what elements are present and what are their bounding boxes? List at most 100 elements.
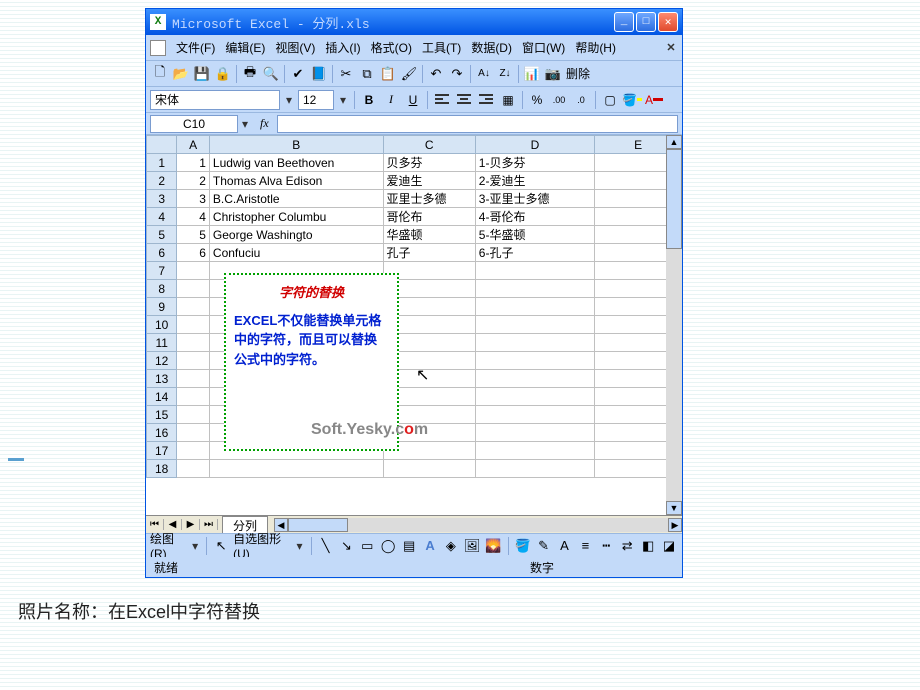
select-all-corner[interactable] bbox=[147, 136, 177, 154]
workbook-close-button[interactable]: ✕ bbox=[664, 41, 678, 55]
line-style-icon[interactable]: ≡ bbox=[576, 536, 594, 556]
cell[interactable] bbox=[177, 352, 210, 370]
row-header[interactable]: 10 bbox=[147, 316, 177, 334]
cell[interactable]: 5-华盛顿 bbox=[475, 226, 594, 244]
cell[interactable] bbox=[475, 424, 594, 442]
row-header[interactable]: 11 bbox=[147, 334, 177, 352]
research-icon[interactable]: 📘 bbox=[309, 64, 329, 84]
row-header[interactable]: 8 bbox=[147, 280, 177, 298]
format-painter-icon[interactable]: 🖌 bbox=[399, 64, 419, 84]
cell[interactable] bbox=[177, 298, 210, 316]
row-header[interactable]: 16 bbox=[147, 424, 177, 442]
open-icon[interactable]: 📂 bbox=[171, 64, 191, 84]
sort-desc-icon[interactable]: Z↓ bbox=[495, 64, 515, 84]
underline-button[interactable]: U bbox=[403, 90, 423, 110]
tab-nav-next-icon[interactable]: ▶ bbox=[182, 519, 200, 530]
redo-icon[interactable]: ↷ bbox=[447, 64, 467, 84]
menu-format[interactable]: 格式(O) bbox=[367, 37, 416, 58]
cell[interactable] bbox=[475, 388, 594, 406]
delete-button[interactable]: 删除 bbox=[564, 65, 592, 82]
diagram-icon[interactable]: ◈ bbox=[442, 536, 460, 556]
cell[interactable] bbox=[177, 262, 210, 280]
titlebar[interactable]: X Microsoft Excel - 分列.xls _ □ ✕ bbox=[146, 9, 682, 35]
arrow-style-icon[interactable]: ⇄ bbox=[618, 536, 636, 556]
arrow-icon[interactable]: ↘ bbox=[337, 536, 355, 556]
cell[interactable] bbox=[177, 316, 210, 334]
copy-icon[interactable]: ⧉ bbox=[357, 64, 377, 84]
new-icon[interactable]: 🗋 bbox=[150, 64, 170, 84]
cell[interactable]: 亚里士多德 bbox=[383, 190, 475, 208]
wordart-icon[interactable]: A bbox=[421, 536, 439, 556]
row-header[interactable]: 17 bbox=[147, 442, 177, 460]
menu-file[interactable]: 文件(F) bbox=[172, 37, 219, 58]
cell[interactable]: George Washingto bbox=[209, 226, 383, 244]
namebox-dropdown-icon[interactable]: ▾ bbox=[238, 117, 252, 131]
menu-tools[interactable]: 工具(T) bbox=[418, 37, 465, 58]
minimize-button[interactable]: _ bbox=[614, 12, 634, 32]
row-header[interactable]: 14 bbox=[147, 388, 177, 406]
row-header[interactable]: 2 bbox=[147, 172, 177, 190]
cell[interactable] bbox=[475, 370, 594, 388]
cell[interactable]: 1-贝多芬 bbox=[475, 154, 594, 172]
scroll-left-icon[interactable]: ◀ bbox=[274, 518, 288, 532]
fx-button[interactable]: fx bbox=[260, 116, 269, 131]
row-header[interactable]: 18 bbox=[147, 460, 177, 478]
picture-icon[interactable]: 🌄 bbox=[484, 536, 502, 556]
scroll-up-icon[interactable]: ▲ bbox=[666, 135, 682, 149]
rectangle-icon[interactable]: ▭ bbox=[358, 536, 376, 556]
print-icon[interactable]: 🖶 bbox=[240, 64, 260, 84]
chart-icon[interactable]: 📊 bbox=[522, 64, 542, 84]
cell[interactable]: 哥伦布 bbox=[383, 208, 475, 226]
decrease-decimal-button[interactable]: .0 bbox=[571, 90, 591, 110]
horizontal-scrollbar[interactable]: ◀ ▶ bbox=[274, 518, 682, 532]
cell[interactable]: B.C.Aristotle bbox=[209, 190, 383, 208]
vertical-scrollbar[interactable]: ▲ ▼ bbox=[666, 135, 682, 515]
fill-color-button[interactable]: 🪣 bbox=[622, 90, 642, 110]
cell[interactable] bbox=[475, 262, 594, 280]
sort-asc-icon[interactable]: A↓ bbox=[474, 64, 494, 84]
spellcheck-icon[interactable]: ✔ bbox=[288, 64, 308, 84]
font-color-button[interactable]: A bbox=[644, 90, 664, 110]
row-header[interactable]: 15 bbox=[147, 406, 177, 424]
cell[interactable]: 4-哥伦布 bbox=[475, 208, 594, 226]
cell[interactable] bbox=[475, 442, 594, 460]
cut-icon[interactable]: ✂ bbox=[336, 64, 356, 84]
size-dropdown-icon[interactable]: ▾ bbox=[336, 93, 350, 107]
tab-nav-first-icon[interactable]: ⏮ bbox=[146, 519, 164, 530]
row-header[interactable]: 6 bbox=[147, 244, 177, 262]
merge-center-button[interactable]: ▦ bbox=[498, 90, 518, 110]
sheet-tab[interactable]: 分列 bbox=[222, 516, 268, 534]
maximize-button[interactable]: □ bbox=[636, 12, 656, 32]
cell[interactable]: 贝多芬 bbox=[383, 154, 475, 172]
cell[interactable] bbox=[177, 280, 210, 298]
draw-dropdown-icon[interactable]: ▾ bbox=[189, 539, 201, 553]
borders-button[interactable]: ▢ bbox=[600, 90, 620, 110]
row-header[interactable]: 4 bbox=[147, 208, 177, 226]
col-header-C[interactable]: C bbox=[383, 136, 475, 154]
name-box[interactable]: C10 bbox=[150, 115, 238, 133]
bold-button[interactable]: B bbox=[359, 90, 379, 110]
scroll-right-icon[interactable]: ▶ bbox=[668, 518, 682, 532]
col-header-A[interactable]: A bbox=[177, 136, 210, 154]
col-header-D[interactable]: D bbox=[475, 136, 594, 154]
cell[interactable]: 爱迪生 bbox=[383, 172, 475, 190]
clipart-icon[interactable]: 🖼 bbox=[463, 536, 482, 556]
align-left-button[interactable] bbox=[432, 90, 452, 110]
shadow-icon[interactable]: ◧ bbox=[639, 536, 657, 556]
cell[interactable] bbox=[209, 460, 383, 478]
cell[interactable] bbox=[475, 352, 594, 370]
paste-icon[interactable]: 📋 bbox=[378, 64, 398, 84]
row-header[interactable]: 1 bbox=[147, 154, 177, 172]
cell[interactable] bbox=[475, 334, 594, 352]
row-header[interactable]: 9 bbox=[147, 298, 177, 316]
cell[interactable]: 2-爱迪生 bbox=[475, 172, 594, 190]
cell[interactable] bbox=[177, 460, 210, 478]
font-color-draw-icon[interactable]: A bbox=[556, 536, 574, 556]
cell[interactable]: 华盛顿 bbox=[383, 226, 475, 244]
cell[interactable] bbox=[475, 460, 594, 478]
textbox-icon[interactable]: ▤ bbox=[400, 536, 418, 556]
col-header-B[interactable]: B bbox=[209, 136, 383, 154]
cell[interactable] bbox=[177, 406, 210, 424]
cell[interactable]: 3 bbox=[177, 190, 210, 208]
cell[interactable]: Thomas Alva Edison bbox=[209, 172, 383, 190]
